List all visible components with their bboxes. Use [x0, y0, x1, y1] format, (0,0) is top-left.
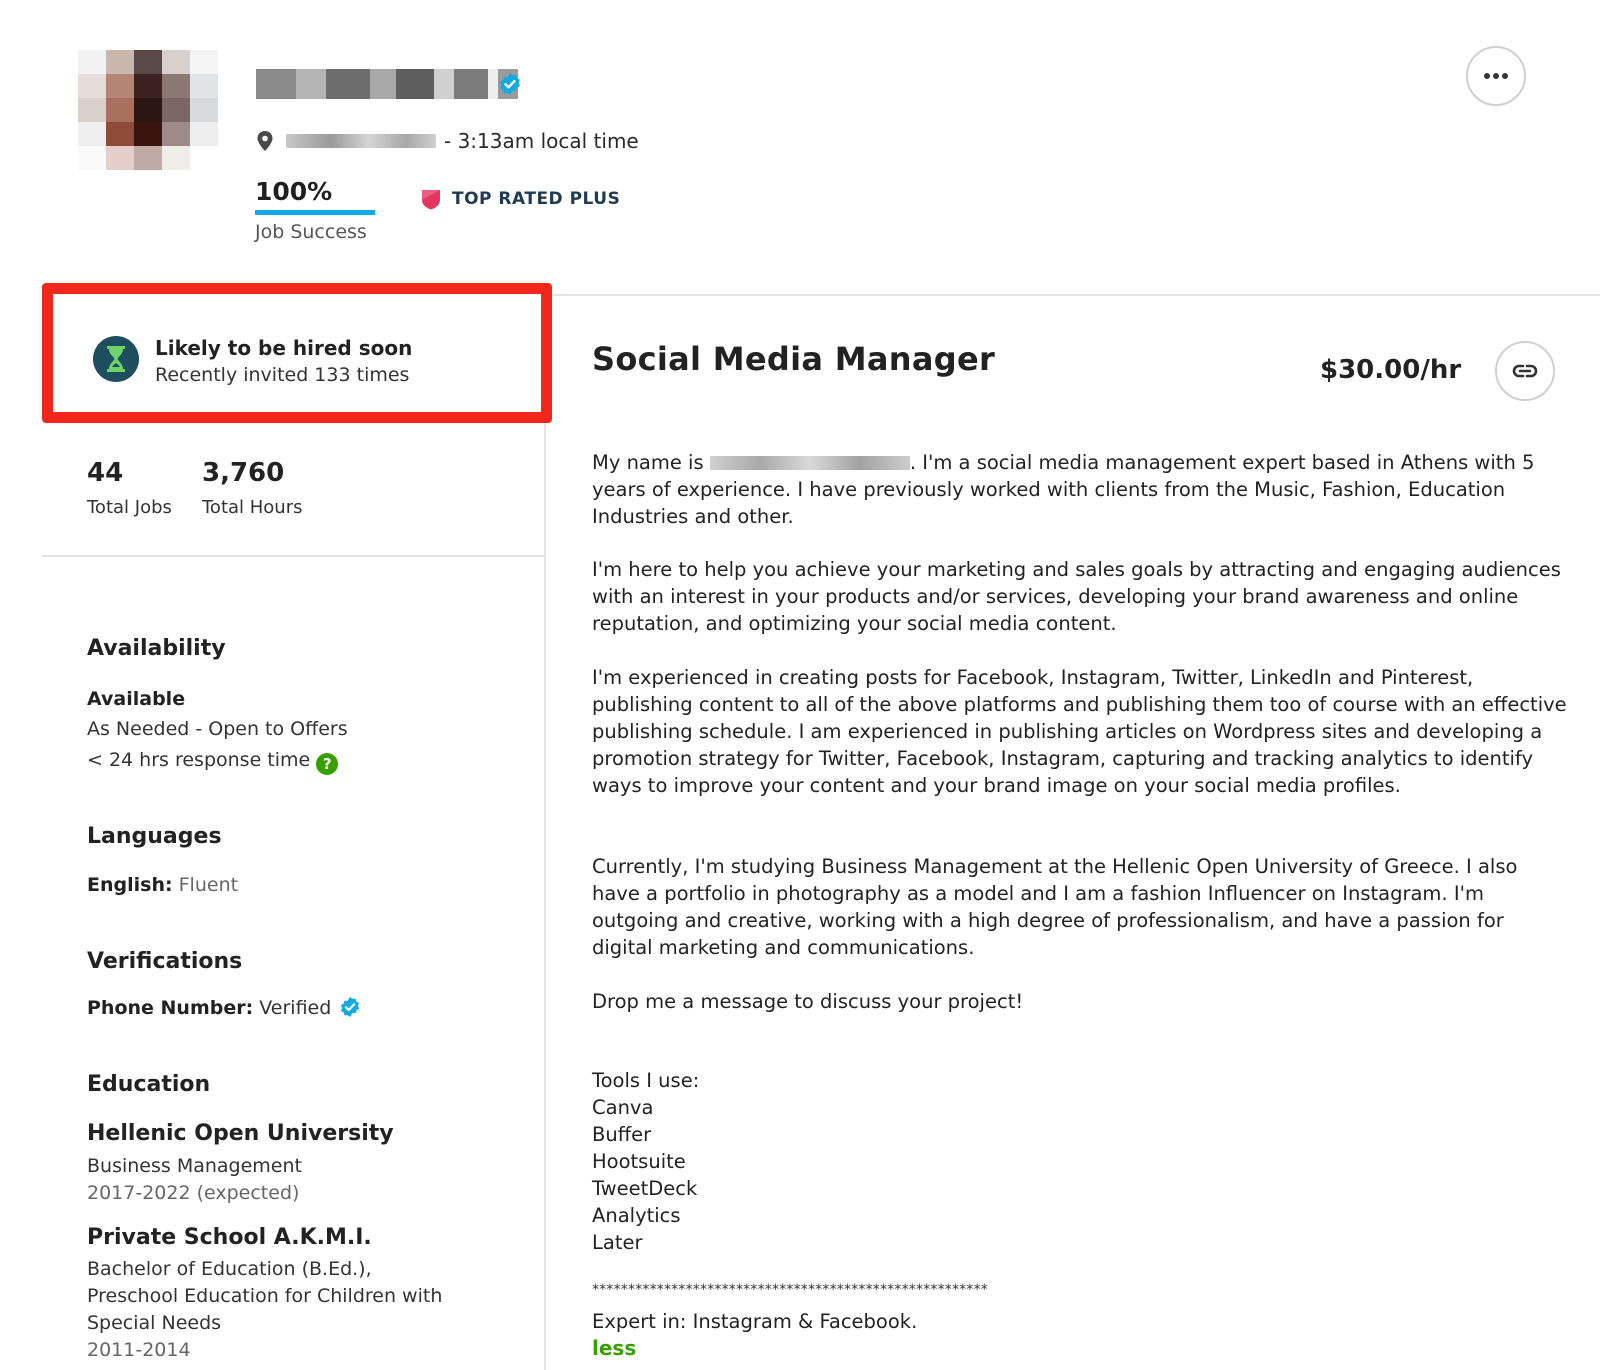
- more-options-button[interactable]: [1466, 46, 1526, 106]
- response-time-row: < 24 hrs response time?: [87, 749, 339, 775]
- response-time: < 24 hrs response time: [87, 749, 311, 771]
- education-school-1: Hellenic Open University: [87, 1121, 394, 1146]
- header-divider: [548, 294, 1600, 296]
- language-item: English: Fluent: [87, 874, 238, 896]
- show-less-link[interactable]: less: [592, 1336, 636, 1360]
- education-degree-2-line-3: Special Needs: [87, 1312, 222, 1334]
- top-rated-label: TOP RATED PLUS: [452, 189, 621, 209]
- education-years-1: 2017-2022 (expected): [87, 1182, 300, 1204]
- profile-title: Social Media Manager: [592, 340, 996, 378]
- hourglass-icon: [93, 336, 139, 382]
- tool-item: Hootsuite: [592, 1150, 686, 1173]
- avatar-pixel: [106, 74, 134, 98]
- total-hours-label: Total Hours: [202, 497, 303, 518]
- language-name: English:: [87, 874, 173, 896]
- avatar-pixel: [134, 74, 162, 98]
- avatar-pixel: [162, 146, 190, 170]
- availability-status: Available: [87, 688, 186, 710]
- avatar-pixel: [134, 122, 162, 146]
- top-rated-plus-badge: TOP RATED PLUS: [420, 188, 620, 210]
- avatar-pixel: [162, 98, 190, 122]
- tool-item: Analytics: [592, 1204, 681, 1227]
- tools-heading: Tools I use:: [592, 1069, 700, 1092]
- tool-item: TweetDeck: [592, 1177, 698, 1200]
- education-degree-1: Business Management: [87, 1155, 302, 1177]
- avatar-pixel: [106, 50, 134, 74]
- hire-status-card: Likely to be hired soon Recently invited…: [42, 283, 552, 423]
- bio-intro: My name is: [592, 451, 704, 474]
- hourly-rate: $30.00/hr: [1320, 355, 1462, 385]
- bio-paragraph-5: Drop me a message to discuss your projec…: [592, 990, 1024, 1013]
- location-pin-icon: [257, 131, 273, 151]
- avatar-pixel: [106, 146, 134, 170]
- education-years-2: 2011-2014: [87, 1339, 191, 1361]
- verification-status: Verified: [259, 997, 332, 1019]
- avatar-pixel: [134, 98, 162, 122]
- total-jobs-value: 44: [87, 458, 124, 488]
- avatar-pixel: [190, 98, 218, 122]
- location-redacted: [286, 134, 436, 148]
- bio-divider: ****************************************…: [592, 1282, 988, 1298]
- total-jobs-label: Total Jobs: [87, 497, 172, 518]
- education-degree-2-line-2: Preschool Education for Children with: [87, 1285, 443, 1307]
- education-school-2: Private School A.K.M.I.: [87, 1225, 372, 1250]
- avatar-pixel: [162, 50, 190, 74]
- avatar-pixel: [78, 98, 106, 122]
- freelancer-name-redacted: [256, 66, 518, 102]
- avatar-pixel: [78, 74, 106, 98]
- availability-heading: Availability: [87, 636, 226, 661]
- avatar-pixel: [106, 98, 134, 122]
- location-row: - 3:13am local time: [256, 126, 639, 156]
- bio-paragraph-4: Currently, I'm studying Business Managem…: [592, 855, 1518, 959]
- avatar-pixel: [134, 50, 162, 74]
- avatar-pixel: [106, 122, 134, 146]
- expert-in-line: Expert in: Instagram & Facebook.: [592, 1310, 918, 1333]
- help-icon[interactable]: ?: [316, 753, 339, 775]
- avatar-pixel: [134, 146, 162, 170]
- stats-divider: [42, 555, 544, 557]
- link-icon: [1512, 364, 1538, 378]
- column-divider: [544, 296, 546, 1370]
- availability-type: As Needed - Open to Offers: [87, 718, 348, 740]
- tool-item: Buffer: [592, 1123, 652, 1146]
- verifications-heading: Verifications: [87, 949, 243, 974]
- avatar-pixel: [162, 74, 190, 98]
- job-success-bar: [255, 210, 375, 215]
- avatar-pixel: [190, 74, 218, 98]
- profile-avatar: [78, 50, 218, 170]
- verified-check-icon: [341, 996, 360, 1018]
- top-rated-shield-icon: [422, 190, 440, 210]
- local-time: - 3:13am local time: [444, 129, 639, 153]
- avatar-pixel: [78, 146, 106, 170]
- avatar-pixel: [162, 122, 190, 146]
- hire-status-title: Likely to be hired soon: [155, 336, 413, 360]
- avatar-pixel: [78, 122, 106, 146]
- education-heading: Education: [87, 1072, 211, 1097]
- bio-paragraph-1: My name is . I'm a social media manageme…: [592, 449, 1567, 530]
- education-degree-2-line-1: Bachelor of Education (B.Ed.),: [87, 1258, 372, 1280]
- languages-heading: Languages: [87, 824, 222, 849]
- avatar-pixel: [190, 122, 218, 146]
- language-level: Fluent: [178, 874, 239, 896]
- hire-status-subtitle: Recently invited 133 times: [155, 364, 410, 386]
- job-success-percent: 100%: [255, 177, 333, 206]
- verified-badge-icon: [500, 73, 520, 95]
- tool-item: Later: [592, 1231, 643, 1254]
- tool-item: Canva: [592, 1096, 654, 1119]
- avatar-pixel: [190, 146, 218, 170]
- ellipsis-icon: [1484, 73, 1508, 79]
- verification-name: Phone Number:: [87, 997, 254, 1019]
- total-hours-value: 3,760: [202, 458, 285, 488]
- avatar-pixel: [190, 50, 218, 74]
- job-success-label: Job Success: [255, 221, 367, 243]
- name-redacted: [709, 456, 910, 470]
- bio-paragraph-3: I'm experienced in creating posts for Fa…: [592, 666, 1567, 797]
- bio-paragraph-2: I'm here to help you achieve your market…: [592, 558, 1561, 635]
- avatar-pixel: [78, 50, 106, 74]
- copy-link-button[interactable]: [1495, 341, 1555, 401]
- verification-item: Phone Number: Verified: [87, 996, 361, 1019]
